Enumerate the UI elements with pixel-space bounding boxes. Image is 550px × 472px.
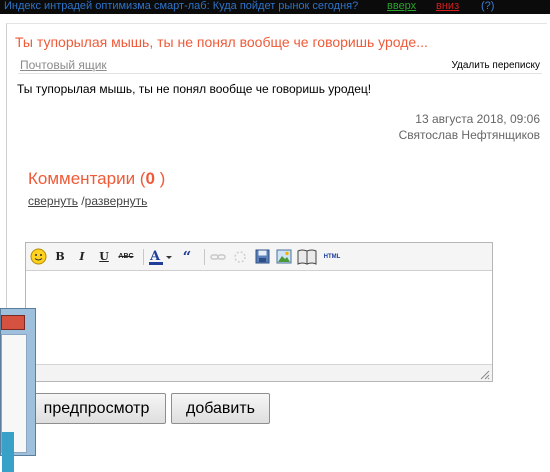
font-color-icon[interactable]: A [148, 248, 174, 266]
save-icon[interactable] [253, 248, 271, 266]
quote-icon[interactable]: “ [178, 248, 196, 266]
comments-heading: Комментарии (0 ) [28, 169, 165, 189]
message-body: Ты тупорылая мышь, ты не понял вообще че… [17, 82, 372, 96]
overlay-window[interactable] [0, 308, 36, 472]
toolbar-separator [143, 248, 144, 265]
link-icon [209, 248, 227, 266]
overlay-strip [2, 432, 14, 472]
unlink-icon [231, 248, 249, 266]
vote-down-link[interactable]: вниз [436, 0, 459, 13]
delete-conversation-link[interactable]: Удалить переписку [451, 60, 540, 71]
smiley-icon[interactable] [29, 248, 47, 266]
resize-grip-icon[interactable] [478, 368, 490, 380]
mailbox-link[interactable]: Почтовый ящик [20, 58, 107, 72]
comments-label: Комментарии ( [28, 169, 146, 188]
editor-footer [26, 364, 492, 381]
underline-icon[interactable]: U [95, 248, 113, 266]
book-icon[interactable] [297, 248, 317, 266]
message-date: 13 августа 2018, 09:06 [415, 112, 540, 126]
collapse-expand-row: свернуть /развернуть [28, 194, 147, 208]
overlay-close-icon[interactable] [1, 315, 25, 330]
editor-toolbar: B I U ABC A “ HTML [26, 243, 492, 271]
top-bar: Индекс интрадей оптимизма смарт-лаб: Куд… [0, 0, 550, 14]
message-meta: 13 августа 2018, 09:06 Святослав Нефтянщ… [399, 111, 540, 143]
message-author[interactable]: Святослав Нефтянщиков [399, 127, 540, 143]
message-title: Ты тупорылая мышь, ты не понял вообще че… [15, 34, 428, 50]
comments-count: 0 [145, 169, 155, 188]
comments-close: ) [154, 169, 166, 188]
add-comment-button[interactable]: добавить [171, 393, 270, 424]
image-icon[interactable] [275, 248, 293, 266]
divider [18, 73, 542, 74]
preview-button[interactable]: предпросмотр [27, 393, 166, 424]
toolbar-separator [204, 248, 205, 265]
svg-text:A: A [149, 249, 161, 264]
bold-icon[interactable]: B [51, 248, 69, 266]
comment-editor: B I U ABC A “ HTML [25, 242, 493, 382]
expand-link[interactable]: развернуть [85, 194, 148, 208]
collapse-link[interactable]: свернуть [28, 194, 78, 208]
italic-icon[interactable]: I [73, 248, 91, 266]
vote-up-link[interactable]: вверх [387, 0, 416, 13]
collapse-separator: / [77, 194, 85, 208]
help-link[interactable]: (?) [481, 0, 494, 13]
overlay-window-body [1, 334, 27, 472]
optimism-index-link[interactable]: Индекс интрадей оптимизма смарт-лаб: Куд… [4, 0, 358, 13]
html-icon[interactable]: HTML [321, 248, 343, 266]
comment-textarea[interactable] [26, 271, 492, 365]
strikethrough-icon[interactable]: ABC [117, 248, 135, 266]
